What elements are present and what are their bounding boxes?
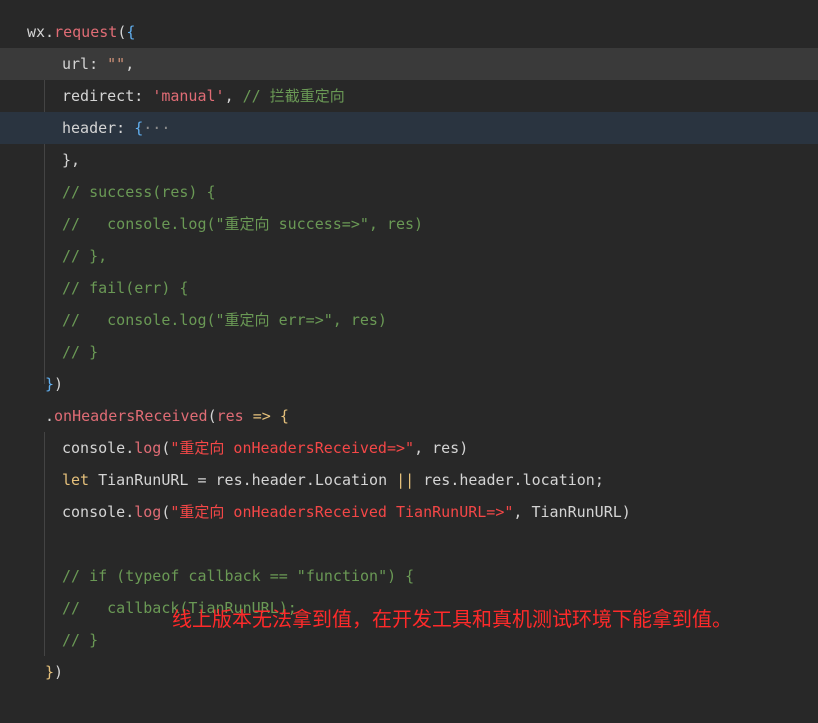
code-token: log bbox=[134, 439, 162, 457]
code-line[interactable]: }, bbox=[0, 144, 818, 176]
code-text: }) bbox=[45, 368, 63, 400]
code-text: // success(res) { bbox=[62, 176, 216, 208]
code-token: { bbox=[134, 119, 144, 137]
code-line-selected[interactable]: header: {··· bbox=[0, 112, 818, 144]
code-token: ··· bbox=[143, 119, 171, 137]
code-token: ( bbox=[207, 407, 217, 425]
code-token: res.header.location; bbox=[414, 471, 604, 489]
code-token: // 拦截重定向 bbox=[242, 87, 345, 105]
code-token: log bbox=[134, 503, 162, 521]
code-token: // callback(TianRunURL); bbox=[62, 599, 297, 617]
code-text: // if (typeof callback == "function") { bbox=[62, 560, 414, 592]
code-line[interactable]: redirect: 'manual', // 拦截重定向 bbox=[0, 80, 818, 112]
code-token: onHeadersReceived bbox=[54, 407, 208, 425]
code-token: res bbox=[216, 407, 244, 425]
code-token: ( bbox=[117, 23, 127, 41]
code-token: // console.log("重定向 success=>", res) bbox=[62, 215, 424, 233]
code-token: { bbox=[126, 23, 136, 41]
code-token: } bbox=[45, 375, 55, 393]
code-token: TianRunURL = res.header.Location bbox=[89, 471, 397, 489]
code-token: ) bbox=[54, 375, 64, 393]
code-line[interactable]: }) bbox=[0, 368, 818, 400]
code-text: console.log("重定向 onHeadersReceived TianR… bbox=[62, 496, 631, 528]
code-token: console. bbox=[62, 503, 135, 521]
code-text: // console.log("重定向 success=>", res) bbox=[62, 208, 423, 240]
code-line[interactable]: // if (typeof callback == "function") { bbox=[0, 560, 818, 592]
code-line[interactable]: console.log("重定向 onHeadersReceived=>", r… bbox=[0, 432, 818, 464]
code-line[interactable]: // fail(err) { bbox=[0, 272, 818, 304]
code-token: // } bbox=[62, 343, 99, 361]
code-line[interactable]: console.log("重定向 onHeadersReceived TianR… bbox=[0, 496, 818, 528]
code-line[interactable]: // console.log("重定向 err=>", res) bbox=[0, 304, 818, 336]
code-token: => bbox=[243, 407, 280, 425]
code-token: // if (typeof callback == "function") { bbox=[62, 567, 415, 585]
code-text: // } bbox=[62, 336, 98, 368]
code-line[interactable]: // callback(TianRunURL); bbox=[0, 592, 818, 624]
code-token: || bbox=[396, 471, 415, 489]
code-text: console.log("重定向 onHeadersReceived=>", r… bbox=[62, 432, 468, 464]
code-token: "" bbox=[107, 55, 126, 73]
code-token: } bbox=[45, 663, 55, 681]
code-line[interactable]: // } bbox=[0, 336, 818, 368]
code-text: url: "", bbox=[62, 48, 134, 80]
code-token: , res) bbox=[414, 439, 469, 457]
code-token: header: bbox=[62, 119, 135, 137]
code-line[interactable]: // }, bbox=[0, 240, 818, 272]
code-line[interactable]: // success(res) { bbox=[0, 176, 818, 208]
code-token: "重定向 onHeadersReceived=>" bbox=[170, 439, 415, 457]
code-text: // } bbox=[62, 624, 98, 656]
code-token: , bbox=[224, 87, 243, 105]
code-text: redirect: 'manual', // 拦截重定向 bbox=[62, 80, 345, 112]
code-line-current[interactable]: url: "", bbox=[0, 48, 818, 80]
code-token: }, bbox=[62, 151, 81, 169]
code-text: // }, bbox=[62, 240, 107, 272]
code-token: 'manual' bbox=[152, 87, 225, 105]
code-editor[interactable]: wx.request({ url: "", redirect: 'manual'… bbox=[0, 0, 818, 723]
code-token: // } bbox=[62, 631, 99, 649]
code-token: // fail(err) { bbox=[62, 279, 189, 297]
code-text: // fail(err) { bbox=[62, 272, 188, 304]
code-line[interactable]: }) bbox=[0, 656, 818, 688]
code-token: let bbox=[62, 471, 90, 489]
code-line[interactable]: // } bbox=[0, 624, 818, 656]
code-token: request bbox=[54, 23, 118, 41]
code-line[interactable] bbox=[0, 528, 818, 560]
code-text: }, bbox=[62, 144, 80, 176]
code-token: { bbox=[279, 407, 289, 425]
code-text: .onHeadersReceived(res => { bbox=[45, 400, 289, 432]
code-token: // success(res) { bbox=[62, 183, 216, 201]
code-line[interactable]: wx.request({ bbox=[0, 16, 818, 48]
code-text: wx.request({ bbox=[27, 16, 135, 48]
code-token: "重定向 onHeadersReceived TianRunURL=>" bbox=[170, 503, 514, 521]
code-token: // }, bbox=[62, 247, 108, 265]
code-token: url: bbox=[62, 55, 108, 73]
code-token: wx. bbox=[27, 23, 55, 41]
code-text: let TianRunURL = res.header.Location || … bbox=[62, 464, 604, 496]
code-text: header: {··· bbox=[62, 112, 170, 144]
code-token: redirect: bbox=[62, 87, 153, 105]
code-text: // console.log("重定向 err=>", res) bbox=[62, 304, 387, 336]
code-token: , bbox=[125, 55, 135, 73]
code-token: ) bbox=[54, 663, 64, 681]
code-text: // callback(TianRunURL); bbox=[62, 592, 297, 624]
code-line[interactable]: let TianRunURL = res.header.Location || … bbox=[0, 464, 818, 496]
code-line[interactable]: // console.log("重定向 success=>", res) bbox=[0, 208, 818, 240]
code-token: . bbox=[45, 407, 55, 425]
code-text: }) bbox=[45, 656, 63, 688]
code-token: // console.log("重定向 err=>", res) bbox=[62, 311, 387, 329]
code-token: , TianRunURL) bbox=[513, 503, 631, 521]
code-token: console. bbox=[62, 439, 135, 457]
code-line[interactable]: .onHeadersReceived(res => { bbox=[0, 400, 818, 432]
